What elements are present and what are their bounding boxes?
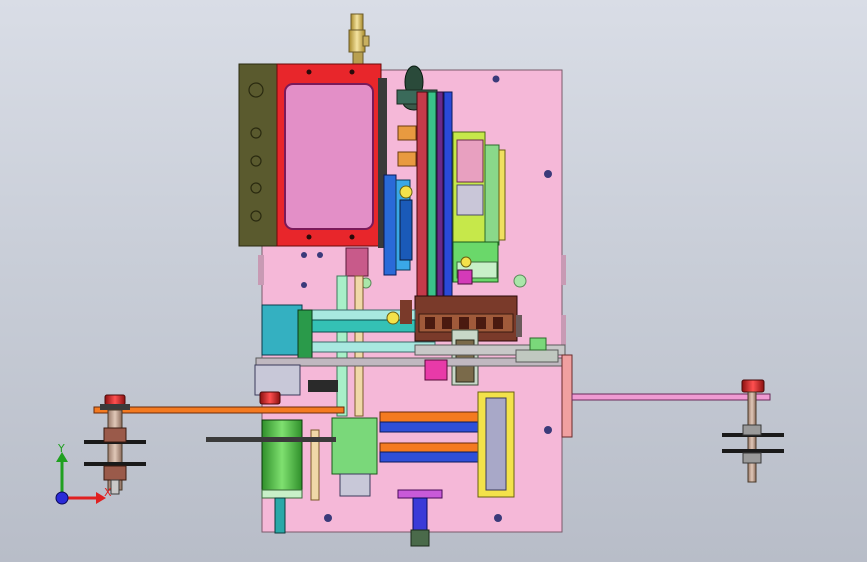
x-axis-label: X [104, 486, 112, 499]
y-axis-label: Y [57, 442, 65, 455]
top-connector [348, 13, 370, 67]
origin-sphere [55, 491, 69, 505]
cad-3d-viewport[interactable]: X Y [0, 0, 867, 562]
slide-assembly [452, 131, 506, 285]
housing-block [238, 63, 278, 247]
display-frame [276, 63, 387, 248]
right-arm [561, 354, 784, 483]
